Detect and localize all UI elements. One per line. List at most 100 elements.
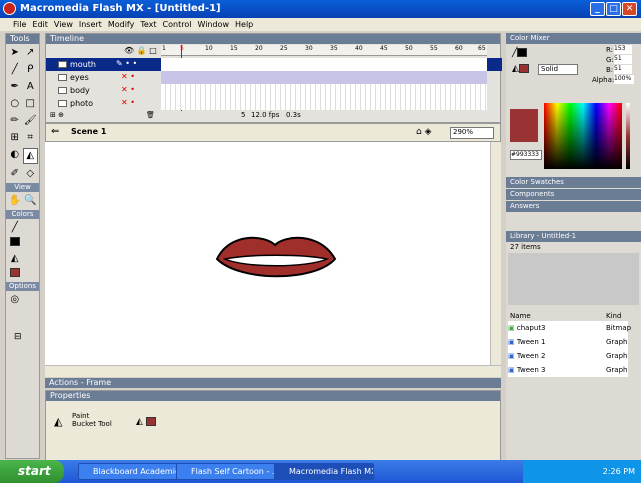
start-button[interactable]: start [0,460,64,483]
fill-color-icon[interactable]: ◭ [512,64,529,74]
system-tray: 2:26 PM [523,460,641,483]
arrow-tool-icon[interactable]: ➤ [7,46,23,60]
eraser-tool-icon[interactable]: ◇ [23,167,39,181]
library-col-kind[interactable]: Kind [606,312,621,320]
edit-symbols-icon[interactable]: ⌂ ◈ [416,127,432,137]
menu-edit[interactable]: Edit [29,18,51,31]
alpha-value[interactable]: 100% [614,75,634,84]
lasso-tool-icon[interactable]: ᑭ [23,63,39,77]
zoom-select[interactable]: 290% [450,127,494,139]
ruler-label: 65 [478,45,486,52]
brightness-slider[interactable] [626,103,630,169]
ruler-label: 60 [455,45,463,52]
pencil-tool-icon[interactable]: ✏ [7,114,23,128]
rectangle-tool-icon[interactable]: □ [23,97,39,111]
close-button[interactable]: ✕ [622,2,637,16]
scene-label[interactable]: Scene 1 [71,127,106,136]
ruler-label: 20 [255,45,263,52]
taskbar-item-flash-cartoon[interactable]: Flash Self Cartoon - ... [176,463,276,480]
library-col-name[interactable]: Name [510,312,531,320]
stroke-color-icon[interactable]: ╱ [512,48,528,58]
oval-tool-icon[interactable]: ○ [7,97,23,111]
menu-text[interactable]: Text [137,18,159,31]
fill-color-button[interactable]: ◭ [136,417,156,427]
green-value[interactable]: 51 [614,55,632,64]
taskbar-item-blackboard[interactable]: Blackboard Academic ... [78,463,178,480]
color-mixer-header[interactable]: Color Mixer [506,33,641,44]
clock: 2:26 PM [602,467,635,476]
properties-panel: Properties ◭ Paint Bucket Tool ◭ [45,390,501,462]
taskbar-item-flash-mx[interactable]: Macromedia Flash MX... [274,463,374,480]
frame-rate: 12.0 fps [251,111,280,119]
layer-name: body [70,86,90,95]
stage-vertical-scrollbar[interactable] [490,142,501,365]
menu-insert[interactable]: Insert [76,18,105,31]
color-swatches-header[interactable]: Color Swatches [506,177,641,188]
stage-canvas[interactable] [45,142,490,365]
components-header[interactable]: Components [506,189,641,200]
line-tool-icon[interactable]: ╱ [7,63,23,77]
list-item[interactable]: ▣ Tween 1 Graph [508,335,628,349]
lock-fill-icon[interactable]: ⊟ [14,332,22,342]
window-title: Macromedia Flash MX - [Untitled-1] [20,3,221,14]
hex-field[interactable]: #993333 [510,150,542,160]
hidden-x-icon[interactable]: ✕ • [121,85,135,94]
red-value[interactable]: 153 [614,45,632,54]
gap-size-icon[interactable]: ◎ [7,293,23,307]
ruler-label: 50 [405,45,413,52]
list-item[interactable]: ▣ Tween 2 Graph [508,349,628,363]
fill-transform-tool-icon[interactable]: ⌗ [23,131,39,145]
current-frame: 5 [241,111,246,119]
color-spectrum-picker[interactable] [544,103,622,169]
stage-horizontal-scrollbar[interactable] [45,365,501,377]
layer-name: mouth [70,60,96,69]
menu-file[interactable]: File [10,18,29,31]
eyedropper-tool-icon[interactable]: ✐ [7,167,23,181]
layer-row-eyes[interactable]: eyes ✕ • [46,71,502,84]
tools-panel: Tools ➤ ↗ ╱ ᑭ ✒ A ○ □ ✏ 🖌 ⊞ ⌗ ◐ ◭ ✐ ◇ View ✋ 🔍 Co… [5,33,40,459]
lips-drawing[interactable] [45,142,490,365]
list-item[interactable]: ▣ Tween 3 Graph [508,363,628,377]
paint-bucket-tool-icon[interactable]: ◭ [22,148,38,164]
layer-name: photo [70,99,94,108]
zoom-tool-icon[interactable]: 🔍 [23,194,39,208]
blue-value[interactable]: 51 [614,65,632,74]
subselect-tool-icon[interactable]: ↗ [23,46,39,60]
menu-help[interactable]: Help [232,18,256,31]
fill-type-select[interactable]: Solid [538,64,578,75]
menu-window[interactable]: Window [194,18,232,31]
transform-tool-icon[interactable]: ⊞ [7,131,23,145]
brush-tool-icon[interactable]: 🖌 [23,114,39,128]
menu-control[interactable]: Control [160,18,195,31]
pen-tool-icon[interactable]: ✒ [7,80,23,94]
frame-track[interactable] [161,97,487,110]
minimize-button[interactable]: _ [590,2,605,16]
frame-ruler[interactable]: 1 5 10 15 20 25 30 35 40 45 50 55 60 65 [161,45,487,56]
frame-track[interactable] [161,58,487,71]
list-item[interactable]: ▣ chaput3 Bitmap [508,321,631,335]
layer-row-mouth[interactable]: mouth ✎ • • [46,58,502,71]
fill-color-swatch[interactable] [9,267,20,277]
ruler-label: 25 [280,45,288,52]
ink-bottle-tool-icon[interactable]: ◐ [7,148,23,164]
text-tool-icon[interactable]: A [23,80,39,94]
edit-bar: ⇐ Scene 1 ⌂ ◈ 290% [45,123,501,142]
layer-row-photo[interactable]: photo ✕ • [46,97,502,110]
trash-icon[interactable]: 🗑 [146,111,155,119]
library-header[interactable]: Library - Untitled-1 [506,231,641,242]
hand-tool-icon[interactable]: ✋ [7,194,23,208]
stroke-color-icon[interactable]: ╱ [7,221,23,249]
actions-panel-header[interactable]: Actions - Frame [45,378,501,389]
hidden-x-icon[interactable]: ✕ • [121,72,135,81]
answers-header[interactable]: Answers [506,201,641,212]
maximize-button[interactable]: □ [606,2,621,16]
menu-view[interactable]: View [51,18,76,31]
hidden-x-icon[interactable]: ✕ • [121,98,135,107]
menu-modify[interactable]: Modify [105,18,138,31]
frame-track[interactable] [161,84,487,97]
add-layer-icon[interactable]: ⊞ ⊕ [50,111,64,119]
layer-row-body[interactable]: body ✕ • [46,84,502,97]
frame-track[interactable] [161,71,487,84]
back-arrow-icon[interactable]: ⇐ [51,126,59,137]
fill-color-icon[interactable]: ◭ [7,252,23,280]
